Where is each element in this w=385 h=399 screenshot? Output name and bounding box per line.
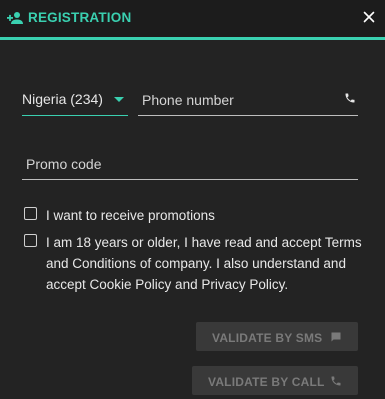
validate-by-call-button[interactable]: VALIDATE BY CALL [192, 366, 358, 395]
terms-checkbox-label: I am 18 years or older, I have read and … [46, 235, 362, 292]
promo-code-input[interactable] [22, 150, 346, 178]
validate-by-call-label: VALIDATE BY CALL [208, 375, 325, 389]
promotions-checkbox[interactable] [24, 207, 37, 220]
phone-icon [331, 376, 341, 386]
promotions-checkbox-row: I want to receive promotions [24, 207, 364, 223]
validate-by-sms-button[interactable]: VALIDATE BY SMS [196, 322, 358, 351]
chevron-down-icon [114, 97, 124, 102]
terms-checkbox-row: I am 18 years or older, I have read and … [24, 234, 364, 294]
country-code-value: Nigeria (234) [22, 91, 103, 107]
registration-dialog: REGISTRATION Nigeria (234) I want to rec… [0, 0, 385, 399]
close-icon[interactable] [361, 9, 377, 25]
promo-code-field [22, 150, 358, 180]
dialog-title: REGISTRATION [28, 10, 132, 25]
phone-number-field [138, 86, 358, 116]
phone-icon [345, 93, 355, 103]
country-code-select[interactable]: Nigeria (234) [22, 86, 128, 116]
validate-by-sms-label: VALIDATE BY SMS [212, 331, 323, 345]
message-icon [331, 332, 341, 342]
dialog-header: REGISTRATION [0, 0, 385, 40]
phone-number-input[interactable] [138, 86, 332, 114]
terms-checkbox[interactable] [24, 234, 37, 247]
promotions-checkbox-label: I want to receive promotions [46, 208, 215, 223]
person-add-icon [7, 12, 23, 24]
